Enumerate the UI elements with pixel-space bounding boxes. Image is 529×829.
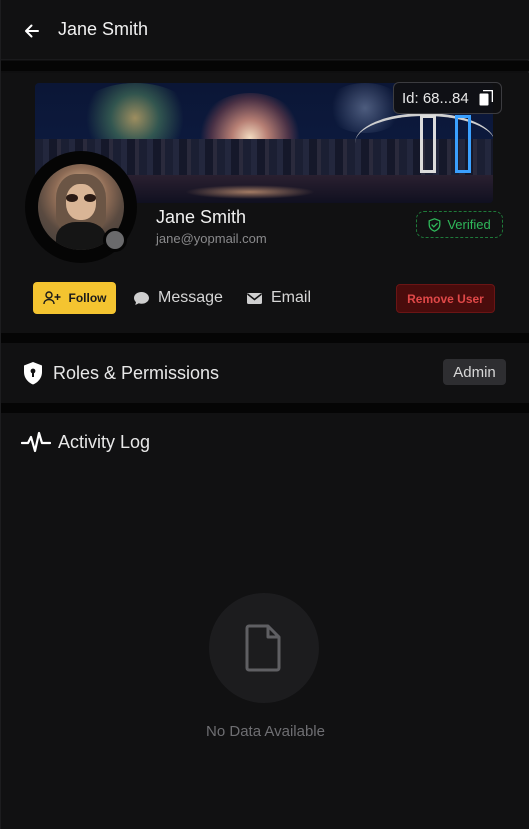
app-frame: Jane Smith Id: 68...84 Jane Smith jane@y…: [0, 0, 529, 829]
remove-user-button[interactable]: Remove User: [396, 284, 495, 313]
verified-badge: Verified: [416, 211, 503, 238]
divider: [1, 333, 529, 343]
verified-label: Verified: [447, 217, 491, 232]
user-id-badge: Id: 68...84: [393, 82, 502, 114]
profile-name: Jane Smith: [156, 207, 247, 227]
user-id-text: Id: 68...84: [402, 89, 469, 107]
copy-icon[interactable]: [479, 90, 493, 106]
top-bar: Jane Smith: [1, 0, 529, 60]
chat-bubble-icon: [134, 291, 149, 305]
role-badge: Admin: [443, 359, 506, 385]
back-button[interactable]: [21, 20, 43, 42]
banner-bridge-tower: [420, 115, 436, 173]
empty-state-text: No Data Available: [206, 723, 325, 740]
envelope-icon: [247, 292, 262, 304]
follow-label: Follow: [68, 291, 107, 305]
user-plus-icon: [42, 291, 60, 305]
message-button[interactable]: Message: [133, 286, 223, 310]
empty-state-illustration: [209, 593, 319, 703]
shield-lock-icon: [24, 362, 42, 385]
avatar[interactable]: [25, 151, 137, 263]
email-button[interactable]: Email: [246, 286, 311, 310]
profile-email: jane@yopmail.com: [156, 231, 267, 246]
banner-bridge-tower: [455, 115, 471, 173]
arrow-left-icon: [25, 24, 39, 38]
profile-card: Id: 68...84 Jane Smith jane@yopmail.com …: [1, 73, 529, 333]
file-icon: [245, 624, 281, 672]
pulse-icon: [21, 431, 51, 453]
email-label: Email: [271, 289, 312, 306]
message-label: Message: [158, 289, 223, 306]
page-title: Jane Smith: [58, 19, 149, 39]
shield-check-icon: [428, 217, 441, 232]
divider: [1, 403, 529, 413]
roles-permissions-section[interactable]: Roles & Permissions Admin: [1, 343, 529, 403]
activity-log-section: Activity Log No Data Available: [1, 413, 529, 829]
roles-title: Roles & Permissions: [53, 363, 220, 383]
banner-reflection: [185, 185, 315, 199]
activity-title: Activity Log: [58, 432, 151, 452]
status-indicator: [103, 228, 127, 252]
follow-button[interactable]: Follow: [33, 282, 116, 314]
divider: [1, 61, 529, 71]
